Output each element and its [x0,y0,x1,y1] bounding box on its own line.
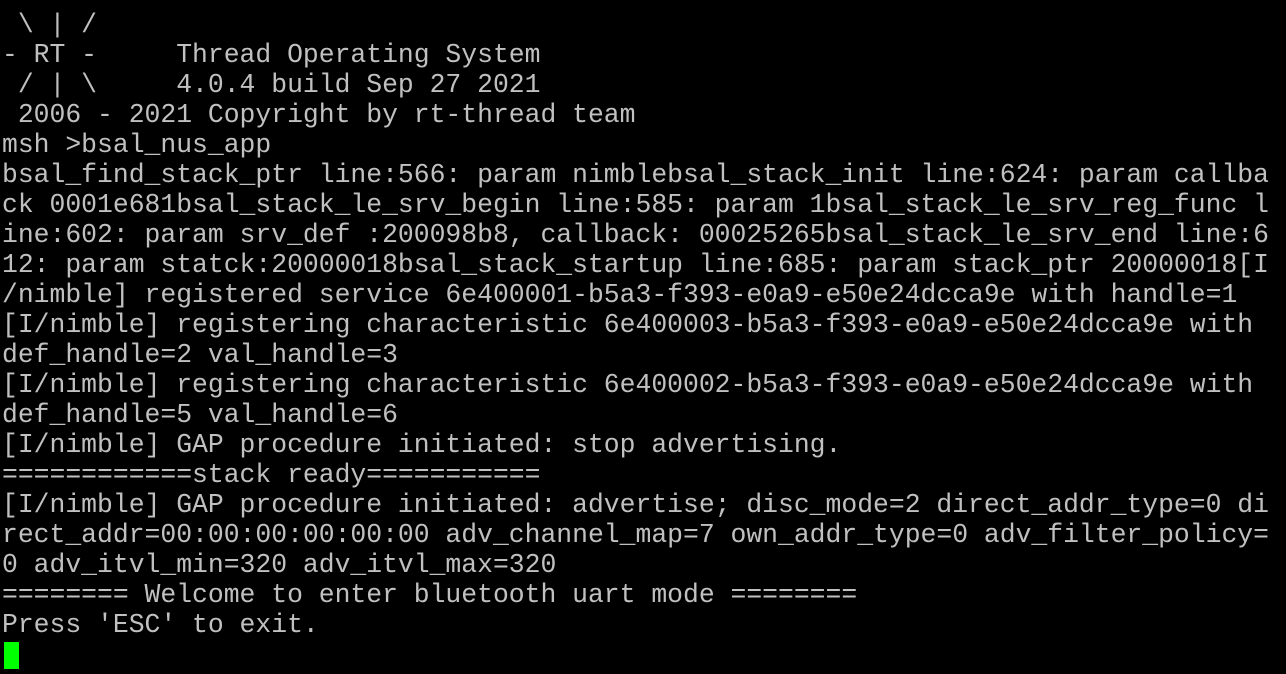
terminal-window[interactable]: \ | / - RT - Thread Operating System / |… [0,0,1286,674]
output-line: rect_addr=00:00:00:00:00:00 adv_channel_… [2,520,1269,550]
output-line: [I/nimble] GAP procedure initiated: stop… [2,430,842,460]
output-line: [I/nimble] registering characteristic 6e… [2,310,1254,340]
output-line: /nimble] registered service 6e400001-b5a… [2,280,1238,310]
text-cursor [4,642,19,669]
copyright-line: 2006 - 2021 Copyright by rt-thread team [2,100,636,130]
output-line: def_handle=2 val_handle=3 [2,340,398,370]
output-line: bsal_find_stack_ptr line:566: param nimb… [2,160,1269,190]
input-line[interactable] [2,640,1286,670]
output-line: 12: param statck:20000018bsal_stack_star… [2,250,1269,280]
output-line: ============stack ready=========== [2,460,541,490]
logo-line-2: - RT - Thread Operating System [2,40,541,70]
output-line: 0 adv_itvl_min=320 adv_itvl_max=320 [2,550,557,580]
terminal-output: \ | / - RT - Thread Operating System / |… [2,10,1286,670]
logo-line-1: \ | / [2,10,98,40]
output-line: ck 0001e681bsal_stack_le_srv_begin line:… [2,190,1269,220]
exit-hint-line: Press 'ESC' to exit. [2,610,319,640]
logo-line-3: / | \ 4.0.4 build Sep 27 2021 [2,70,541,100]
banner-line: ======== Welcome to enter bluetooth uart… [2,580,858,610]
output-line: [I/nimble] GAP procedure initiated: adve… [2,490,1269,520]
command-line: msh >bsal_nus_app [2,130,272,160]
output-line: [I/nimble] registering characteristic 6e… [2,370,1254,400]
output-line: def_handle=5 val_handle=6 [2,400,398,430]
output-line: ine:602: param srv_def :200098b8, callba… [2,220,1269,250]
